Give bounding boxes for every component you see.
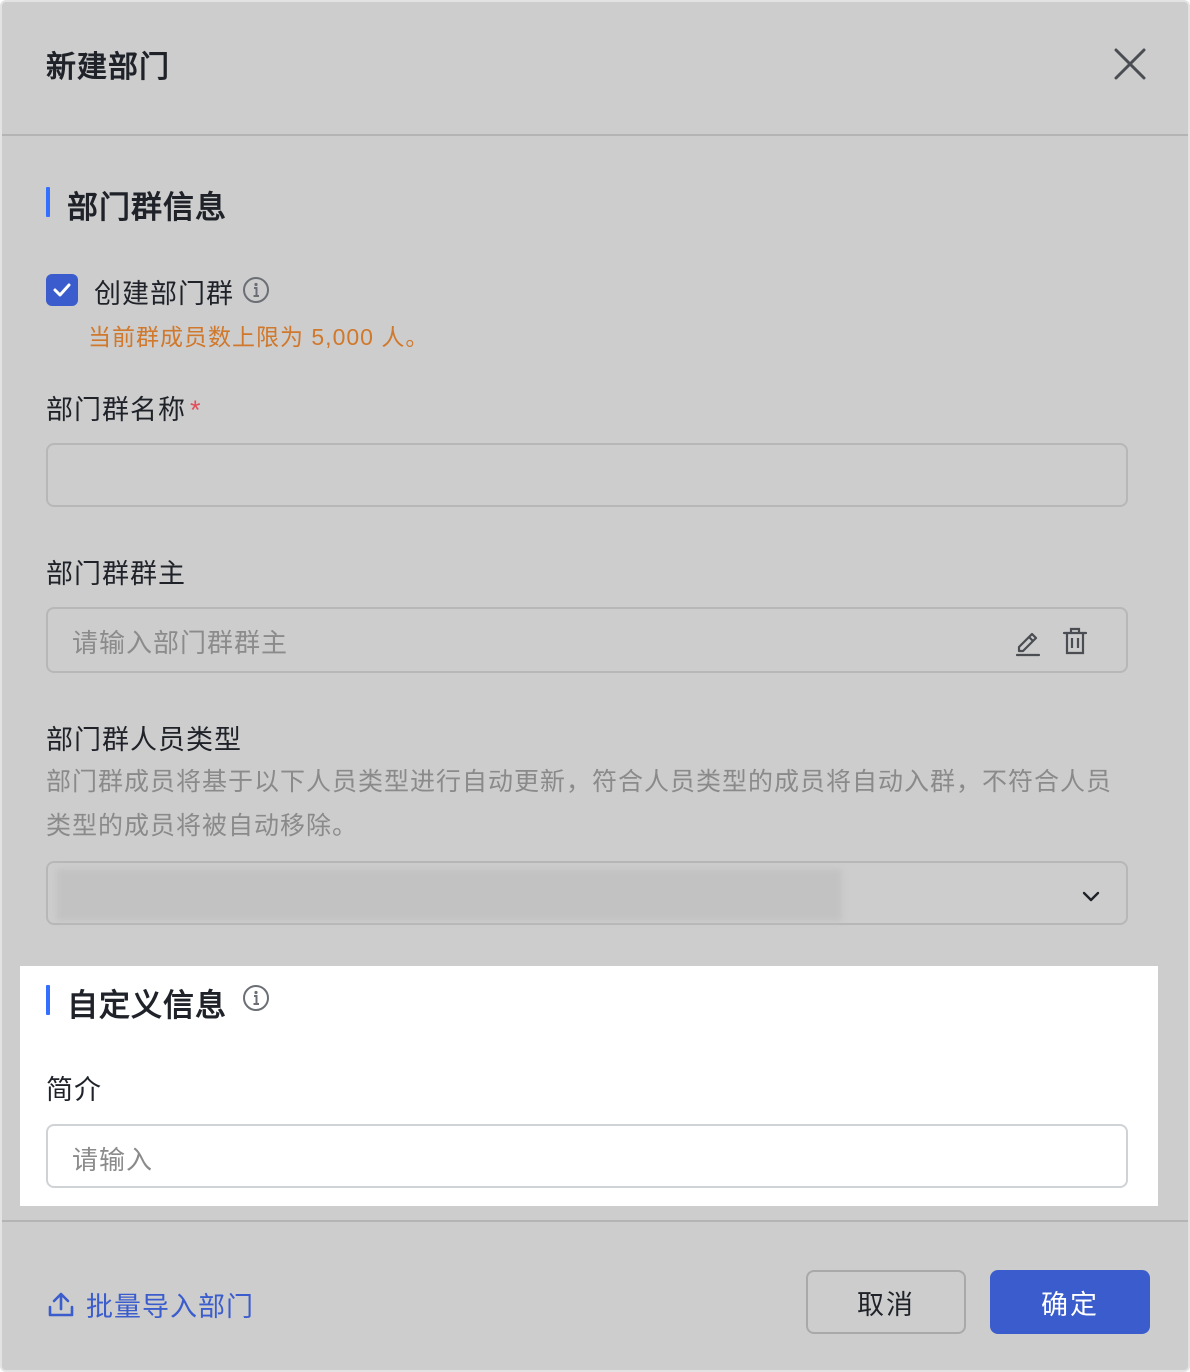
required-mark: * xyxy=(190,395,202,425)
group-owner-input[interactable]: 请输入部门群群主 xyxy=(46,607,1128,673)
delete-icon[interactable] xyxy=(1060,625,1090,657)
batch-import-link[interactable]: 批量导入部门 xyxy=(46,1284,254,1324)
member-type-select[interactable] xyxy=(46,861,1128,925)
create-group-checkbox[interactable] xyxy=(46,274,78,306)
new-department-dialog: 新建部门 部门群信息 创建部门群 当前群成员数上限为 5,000 人。 部门群名… xyxy=(0,0,1190,1372)
custom-info-panel: 自定义信息 简介 请输入 xyxy=(20,966,1158,1206)
group-owner-placeholder: 请输入部门群群主 xyxy=(72,628,289,658)
info-icon[interactable] xyxy=(242,984,270,1012)
info-icon[interactable] xyxy=(242,276,270,304)
batch-import-label: 批量导入部门 xyxy=(86,1291,254,1322)
cancel-button[interactable]: 取消 xyxy=(806,1270,966,1334)
chevron-down-icon[interactable] xyxy=(1076,881,1106,911)
dialog-title: 新建部门 xyxy=(46,51,170,84)
group-name-input[interactable] xyxy=(46,443,1128,507)
member-type-description: 部门群成员将基于以下人员类型进行自动更新，符合人员类型的成员将自动入群，不符合人… xyxy=(46,768,1113,840)
edit-icon[interactable] xyxy=(1012,625,1044,657)
section-title-custom-info: 自定义信息 xyxy=(46,980,227,1025)
confirm-button[interactable]: 确定 xyxy=(990,1270,1150,1334)
intro-input[interactable]: 请输入 xyxy=(46,1124,1128,1188)
create-group-label[interactable]: 创建部门群 xyxy=(94,272,234,311)
group-owner-label: 部门群群主 xyxy=(46,559,186,589)
intro-label: 简介 xyxy=(46,1075,102,1105)
footer-divider xyxy=(2,1220,1188,1222)
member-type-label: 部门群人员类型 xyxy=(46,725,242,755)
blurred-selected-tags xyxy=(56,869,842,921)
group-name-label-text: 部门群名称 xyxy=(46,395,186,425)
check-icon xyxy=(53,283,71,297)
close-icon[interactable] xyxy=(1108,42,1152,86)
group-name-label: 部门群名称 * xyxy=(46,388,202,427)
section-title-group-info: 部门群信息 xyxy=(46,182,227,227)
upload-icon xyxy=(48,1292,74,1317)
group-limit-note: 当前群成员数上限为 5,000 人。 xyxy=(88,324,430,350)
intro-placeholder: 请输入 xyxy=(72,1145,154,1175)
dialog-header: 新建部门 xyxy=(2,2,1188,136)
